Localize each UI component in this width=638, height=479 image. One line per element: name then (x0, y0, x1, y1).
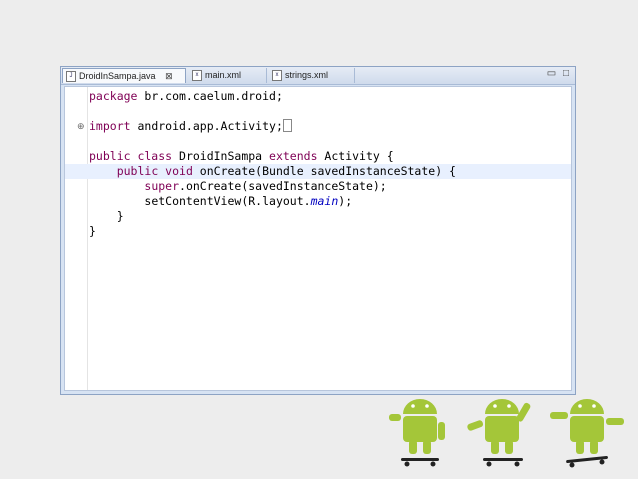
editor-window: J DroidInSampa.java ⊠ x main.xml x strin… (60, 66, 576, 395)
code-text: br.com.caelum.droid; (137, 89, 283, 103)
keyword: public class (89, 149, 173, 163)
code-text: Activity { (317, 149, 394, 163)
tab-label: strings.xml (285, 70, 329, 80)
keyword: public void (116, 164, 193, 178)
xml-file-icon: x (272, 70, 282, 81)
tab-strings-xml[interactable]: x strings.xml (269, 68, 355, 83)
maximize-icon[interactable]: □ (563, 68, 571, 79)
xml-file-icon: x (192, 70, 202, 81)
code-editor[interactable]: ⊕ ⊖ ▲ package br.com.caelum.droid; impor… (64, 86, 572, 391)
folding-gutter (75, 87, 88, 390)
keyword: super (144, 179, 180, 193)
code-text: setContentView(R.layout. (144, 194, 311, 208)
android-skater-icon (550, 399, 624, 468)
window-controls: ▭ □ (547, 68, 571, 79)
code-text: } (89, 209, 124, 223)
code-text: DroidInSampa (172, 149, 270, 163)
code-text: .onCreate(savedInstanceState); (179, 179, 387, 193)
code-text: } (89, 224, 96, 238)
close-tab-icon[interactable]: ⊠ (165, 71, 173, 81)
tab-main-xml[interactable]: x main.xml (189, 68, 267, 83)
minimize-icon[interactable]: ▭ (547, 68, 558, 79)
code-line: super.onCreate(savedInstanceState); (89, 179, 571, 194)
keyword: extends (269, 149, 318, 163)
tab-label: DroidInSampa.java (79, 71, 156, 81)
code-text: onCreate(Bundle savedInstanceState) { (192, 164, 456, 178)
java-file-icon: J (66, 71, 76, 82)
code-line: import android.app.Activity; (89, 119, 571, 134)
code-line: } (89, 209, 571, 224)
code-line: public class DroidInSampa extends Activi… (89, 149, 571, 164)
source-code: package br.com.caelum.droid; import andr… (65, 89, 571, 239)
android-skater-icon (467, 399, 531, 467)
field-reference: main (310, 194, 339, 208)
code-line-current: public void onCreate(Bundle savedInstanc… (65, 164, 571, 179)
keyword: package (89, 89, 138, 103)
editor-tab-bar: J DroidInSampa.java ⊠ x main.xml x strin… (61, 67, 575, 85)
keyword: import (89, 119, 131, 133)
code-line: setContentView(R.layout.main); (89, 194, 571, 209)
code-text: ); (338, 194, 353, 208)
tab-label: main.xml (205, 70, 242, 80)
code-line: package br.com.caelum.droid; (89, 89, 571, 104)
android-skater-icon (389, 399, 445, 467)
annotation-ruler (65, 87, 75, 390)
tab-droidinsampa-java[interactable]: J DroidInSampa.java ⊠ (62, 68, 186, 83)
code-line: } (89, 224, 571, 239)
expand-fold-icon[interactable]: ⊕ (77, 121, 85, 132)
folded-imports-icon[interactable] (282, 119, 292, 132)
code-text: android.app.Activity; (130, 119, 283, 133)
